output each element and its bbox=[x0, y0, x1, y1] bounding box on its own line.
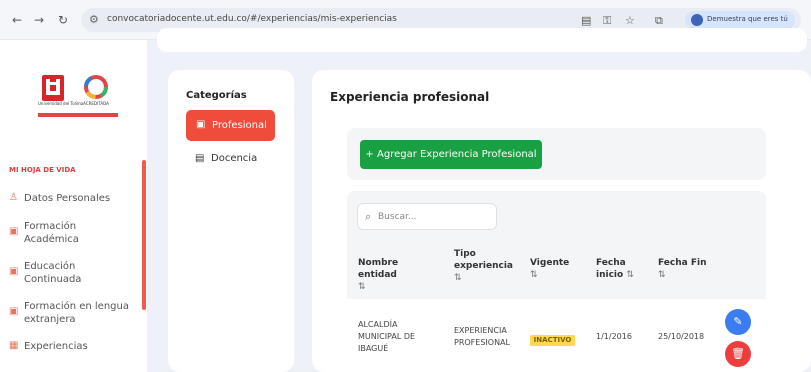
logo: Universidad del Tolima ACREDITADA bbox=[38, 74, 118, 120]
add-experience-label: Agregar Experiencia Profesional bbox=[376, 149, 537, 160]
column-header-vigente[interactable]: Vigente ⇅ bbox=[530, 257, 580, 281]
building-icon: ▦ bbox=[9, 340, 19, 351]
briefcase-icon: ▣ bbox=[196, 119, 206, 130]
search-input[interactable] bbox=[378, 209, 490, 225]
cell-entidad: ALCALDÍA MUNICIPAL DE IBAGUÉ bbox=[358, 320, 416, 353]
add-panel: + Agregar Experiencia Profesional bbox=[347, 128, 766, 180]
briefcase-icon: ▣ bbox=[9, 266, 19, 277]
bookmark-star-icon[interactable]: ☆ bbox=[625, 14, 635, 27]
briefcase-icon: ▣ bbox=[9, 306, 19, 317]
sort-icon[interactable]: ⇅ bbox=[658, 270, 666, 280]
trash-icon: 🗑 bbox=[731, 347, 745, 360]
back-icon[interactable]: ← bbox=[10, 13, 24, 27]
column-header-tipo[interactable]: Tipo experiencia ⇅ bbox=[454, 248, 518, 284]
tab-profesional[interactable]: ▣ Profesional bbox=[186, 110, 275, 141]
column-header-fecha-fin[interactable]: Fecha Fin ⇅ bbox=[658, 257, 708, 281]
logo-divider bbox=[38, 113, 118, 117]
reload-icon[interactable]: ↻ bbox=[56, 13, 70, 27]
sort-icon[interactable]: ⇅ bbox=[530, 270, 538, 280]
edit-button[interactable]: ✎ bbox=[725, 309, 751, 335]
delete-button[interactable]: 🗑 bbox=[725, 341, 751, 367]
add-experience-button[interactable]: + Agregar Experiencia Profesional bbox=[360, 140, 542, 169]
profile-label: Demuestra que eres tú bbox=[707, 15, 788, 23]
document-icon: ▤ bbox=[195, 153, 205, 164]
user-icon: ♙ bbox=[9, 192, 18, 203]
sidebar-item-lengua-extranjera[interactable]: Formación en lengua extranjera bbox=[24, 300, 129, 326]
password-key-icon[interactable]: ⚿ bbox=[603, 14, 611, 28]
sidebar-section-heading: MI HOJA DE VIDA bbox=[9, 166, 76, 174]
logo-left-caption: Universidad del Tolima bbox=[38, 101, 84, 106]
cell-tipo: EXPERIENCIA PROFESIONAL bbox=[454, 326, 510, 347]
sort-icon[interactable]: ⇅ bbox=[454, 273, 462, 283]
url-text[interactable]: convocatoriadocente.ut.edu.co/#/experien… bbox=[107, 14, 397, 24]
categories-card: Categorías ▣ Profesional ▤ Docencia bbox=[168, 70, 294, 372]
pencil-icon: ✎ bbox=[733, 315, 743, 328]
experience-card: Experiencia profesional + Agregar Experi… bbox=[312, 70, 811, 372]
cell-fecha-inicio: 1/1/2016 bbox=[596, 332, 632, 341]
tab-docencia[interactable]: ▤ Docencia bbox=[195, 153, 257, 164]
column-header-entidad[interactable]: Nombre entidad ⇅ bbox=[358, 257, 438, 293]
forward-icon[interactable]: → bbox=[32, 13, 46, 27]
translate-icon[interactable]: ▤ bbox=[581, 14, 591, 27]
sort-icon[interactable]: ⇅ bbox=[358, 282, 366, 292]
status-badge: INACTIVO bbox=[530, 335, 575, 346]
tab-label: Profesional bbox=[212, 120, 267, 131]
categories-title: Categorías bbox=[186, 90, 247, 101]
column-header-fecha-inicio[interactable]: Fecha inicio ⇅ bbox=[596, 257, 646, 281]
avatar bbox=[691, 14, 703, 26]
sidebar-scrollbar[interactable] bbox=[142, 160, 146, 310]
site-info-icon[interactable]: ⚙ bbox=[89, 13, 99, 26]
sidebar: Universidad del Tolima ACREDITADA MI HOJ… bbox=[0, 40, 147, 372]
cell-fecha-fin: 25/10/2018 bbox=[658, 332, 705, 341]
sidebar-item-datos-personales[interactable]: Datos Personales bbox=[24, 192, 110, 205]
extensions-icon[interactable]: ⧉ bbox=[655, 14, 663, 28]
profile-chip[interactable]: Demuestra que eres tú bbox=[685, 11, 795, 29]
page-title: Experiencia profesional bbox=[330, 90, 490, 104]
search-icon: ⌕ bbox=[365, 210, 372, 223]
logo-right-caption: ACREDITADA bbox=[83, 101, 109, 106]
search-box[interactable]: ⌕ bbox=[357, 203, 497, 230]
sort-icon[interactable]: ⇅ bbox=[626, 270, 634, 280]
experience-table: ⌕ Nombre entidad⇅ Tipo experiencia⇅ Vige… bbox=[347, 191, 766, 372]
sidebar-item-experiencias[interactable]: Experiencias bbox=[24, 340, 88, 353]
sidebar-item-formacion-academica[interactable]: Formación Académica bbox=[24, 220, 104, 246]
header-card bbox=[157, 28, 807, 52]
plus-icon: + bbox=[365, 149, 377, 160]
briefcase-icon: ▣ bbox=[9, 226, 19, 237]
sidebar-item-educacion-continuada[interactable]: Educación Continuada bbox=[24, 260, 104, 286]
tab-label: Docencia bbox=[211, 153, 258, 164]
